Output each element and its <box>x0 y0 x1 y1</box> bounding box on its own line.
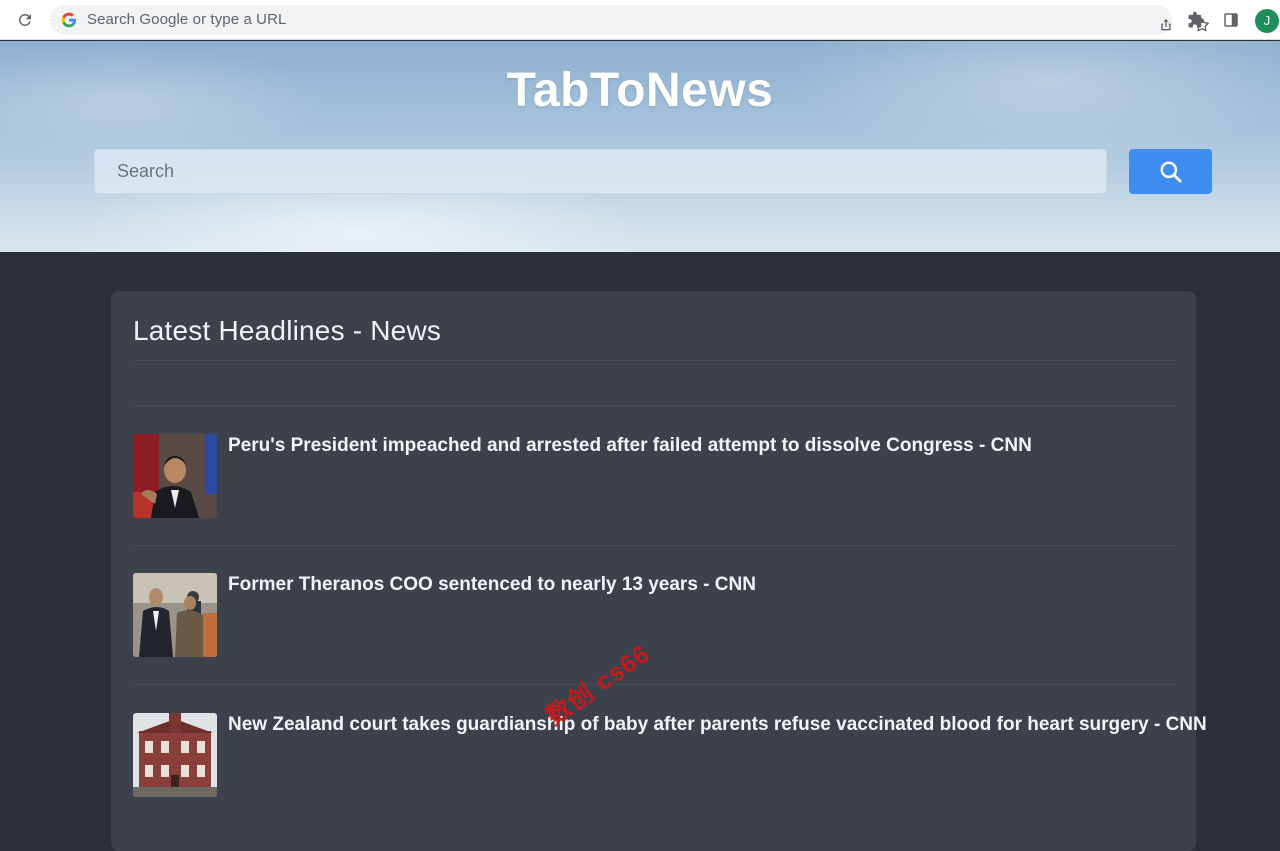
address-bar-text: Search Google or type a URL <box>87 11 287 28</box>
news-thumbnail[interactable] <box>133 434 217 518</box>
news-section-title: Latest Headlines - News <box>133 315 442 346</box>
news-headline[interactable]: New Zealand court takes guardianship of … <box>228 714 1207 736</box>
news-item[interactable]: Peru's President impeached and arrested … <box>133 434 1176 518</box>
hero-banner: TabToNews <box>0 41 1280 252</box>
news-item[interactable]: Former Theranos COO sentenced to nearly … <box>133 573 1176 657</box>
news-headline[interactable]: Peru's President impeached and arrested … <box>228 435 1032 457</box>
divider <box>133 684 1176 685</box>
google-logo-icon <box>61 12 77 28</box>
search-input[interactable] <box>94 149 1107 194</box>
browser-toolbar: Search Google or type a URL J <box>0 0 1280 40</box>
news-thumbnail[interactable] <box>133 713 217 797</box>
address-bar[interactable]: Search Google or type a URL <box>50 5 1210 35</box>
news-item[interactable]: New Zealand court takes guardianship of … <box>133 713 1207 797</box>
share-icon[interactable] <box>1152 11 1180 39</box>
profile-avatar[interactable]: J <box>1255 9 1279 33</box>
divider <box>133 360 1176 361</box>
search-icon <box>1160 161 1182 183</box>
divider <box>133 545 1176 546</box>
search-button[interactable] <box>1129 149 1212 194</box>
divider <box>133 405 1176 406</box>
news-card: Latest Headlines - News Peru's President… <box>111 291 1207 851</box>
side-panel-icon[interactable] <box>1217 6 1245 34</box>
site-title: TabToNews <box>506 64 774 117</box>
reload-icon[interactable] <box>11 6 39 34</box>
news-headline[interactable]: Former Theranos COO sentenced to nearly … <box>228 574 756 596</box>
news-thumbnail[interactable] <box>133 573 217 657</box>
extensions-puzzle-icon[interactable] <box>1182 6 1210 34</box>
